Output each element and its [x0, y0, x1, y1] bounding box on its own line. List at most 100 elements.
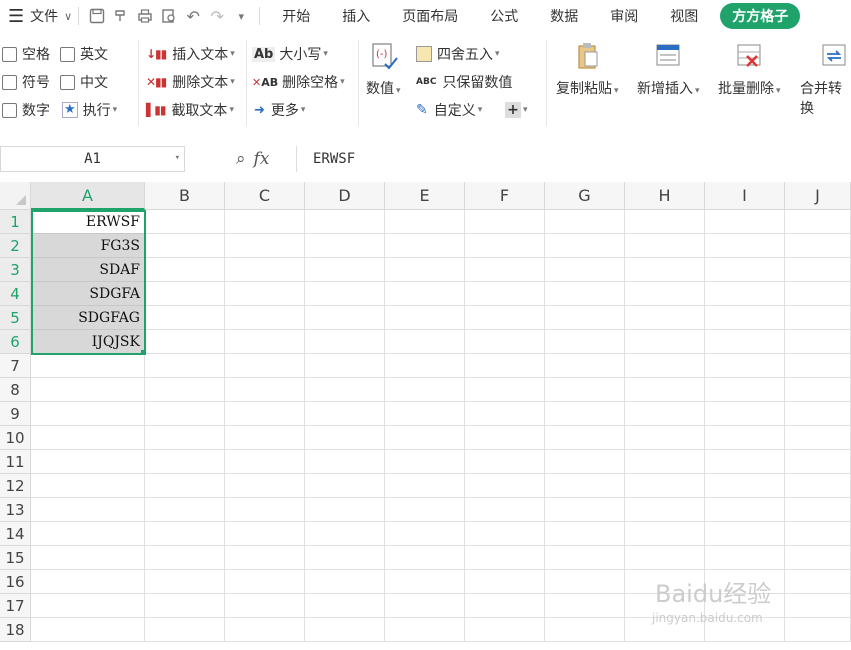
tab-view[interactable]: 视图	[654, 0, 714, 32]
grid-cell[interactable]	[625, 282, 705, 306]
grid-cell[interactable]	[465, 378, 545, 402]
print-preview-icon[interactable]	[157, 4, 181, 28]
grid-cell[interactable]	[145, 474, 225, 498]
grid-cell[interactable]	[225, 258, 305, 282]
grid-cell[interactable]	[465, 258, 545, 282]
grid-cell[interactable]	[545, 402, 625, 426]
tab-data[interactable]: 数据	[534, 0, 594, 32]
column-header-h[interactable]: H	[625, 182, 705, 210]
grid-cell[interactable]	[305, 570, 385, 594]
grid-cell[interactable]	[31, 474, 145, 498]
grid-cell[interactable]	[785, 498, 851, 522]
grid-cell[interactable]	[545, 426, 625, 450]
grid-cell[interactable]	[225, 546, 305, 570]
keep-numeric-button[interactable]: ABC 只保留数值	[416, 70, 512, 94]
row-header-18[interactable]: 18	[0, 618, 31, 642]
grid-cell[interactable]	[145, 306, 225, 330]
row-header-12[interactable]: 12	[0, 474, 31, 498]
grid-cell[interactable]	[225, 522, 305, 546]
column-header-c[interactable]: C	[225, 182, 305, 210]
grid-cell[interactable]	[705, 426, 785, 450]
grid-cell[interactable]	[625, 234, 705, 258]
tab-insert[interactable]: 插入	[326, 0, 386, 32]
grid-cell[interactable]	[31, 570, 145, 594]
grid-cell[interactable]	[31, 522, 145, 546]
grid-cell[interactable]	[305, 234, 385, 258]
grid-cell[interactable]	[785, 234, 851, 258]
grid-cell[interactable]	[385, 258, 465, 282]
print-icon[interactable]	[133, 4, 157, 28]
tab-review[interactable]: 审阅	[594, 0, 654, 32]
grid-cell[interactable]	[705, 210, 785, 234]
grid-cell[interactable]	[225, 210, 305, 234]
row-header-6[interactable]: 6	[0, 330, 31, 354]
more-button[interactable]: ➜ 更多 ▾	[254, 98, 305, 122]
grid-cell[interactable]	[785, 450, 851, 474]
grid-cell[interactable]	[545, 354, 625, 378]
grid-cell[interactable]	[705, 282, 785, 306]
grid-cell[interactable]	[705, 258, 785, 282]
grid-cell[interactable]	[225, 306, 305, 330]
name-box[interactable]: A1 ▾	[0, 146, 185, 172]
grid-cell[interactable]	[305, 450, 385, 474]
grid-cell[interactable]	[305, 594, 385, 618]
grid-cell[interactable]	[305, 402, 385, 426]
checkbox-number[interactable]: 数字	[2, 98, 50, 122]
grid-cell[interactable]	[225, 402, 305, 426]
grid-cell[interactable]	[385, 330, 465, 354]
grid-cell[interactable]	[31, 426, 145, 450]
grid-cell[interactable]	[465, 330, 545, 354]
row-header-9[interactable]: 9	[0, 402, 31, 426]
row-header-8[interactable]: 8	[0, 378, 31, 402]
grid-cell[interactable]	[545, 618, 625, 642]
custom-button[interactable]: ✎ 自定义 ▾	[416, 98, 482, 122]
grid-cell[interactable]	[385, 210, 465, 234]
column-header-d[interactable]: D	[305, 182, 385, 210]
grid-cell[interactable]	[385, 426, 465, 450]
grid-cell[interactable]	[31, 450, 145, 474]
column-header-f[interactable]: F	[465, 182, 545, 210]
checkbox-space[interactable]: 空格	[2, 42, 50, 66]
grid-cell[interactable]	[465, 474, 545, 498]
grid-cell[interactable]	[145, 594, 225, 618]
cell-a5[interactable]: SDGFAG	[31, 306, 145, 330]
grid-cell[interactable]	[225, 354, 305, 378]
round-button[interactable]: 四舍五入 ▾	[416, 42, 500, 66]
grid-cell[interactable]	[31, 594, 145, 618]
grid-cell[interactable]	[225, 330, 305, 354]
execute-button[interactable]: ★ 执行 ▾	[62, 98, 117, 122]
plus-button[interactable]: + ▾	[505, 98, 528, 122]
select-all-corner[interactable]	[0, 182, 31, 210]
row-header-10[interactable]: 10	[0, 426, 31, 450]
grid-cell[interactable]	[145, 522, 225, 546]
grid-cell[interactable]	[785, 522, 851, 546]
grid-cell[interactable]	[145, 210, 225, 234]
grid-cell[interactable]	[31, 546, 145, 570]
cell-a3[interactable]: SDAF	[31, 258, 145, 282]
merge-convert-button[interactable]: 合并转换	[800, 40, 851, 118]
grid-cell[interactable]	[705, 354, 785, 378]
grid-cell[interactable]	[385, 570, 465, 594]
row-header-17[interactable]: 17	[0, 594, 31, 618]
grid-cell[interactable]	[385, 498, 465, 522]
grid-cell[interactable]	[385, 402, 465, 426]
grid-cell[interactable]	[225, 594, 305, 618]
grid-cell[interactable]	[225, 426, 305, 450]
grid-cell[interactable]	[545, 594, 625, 618]
grid-cell[interactable]	[31, 378, 145, 402]
grid-cell[interactable]	[465, 450, 545, 474]
formula-input[interactable]: ERWSF	[296, 146, 426, 172]
grid-cell[interactable]	[465, 402, 545, 426]
grid-cell[interactable]	[465, 210, 545, 234]
checkbox-english[interactable]: 英文	[60, 42, 108, 66]
grid-cell[interactable]	[305, 522, 385, 546]
grid-cell[interactable]	[545, 378, 625, 402]
row-header-11[interactable]: 11	[0, 450, 31, 474]
grid-cell[interactable]	[785, 474, 851, 498]
grid-cell[interactable]	[145, 330, 225, 354]
column-header-j[interactable]: J	[785, 182, 851, 210]
grid-cell[interactable]	[465, 522, 545, 546]
remove-spaces-button[interactable]: ✕AB 删除空格 ▾	[252, 70, 345, 94]
grid-cell[interactable]	[705, 546, 785, 570]
column-header-e[interactable]: E	[385, 182, 465, 210]
